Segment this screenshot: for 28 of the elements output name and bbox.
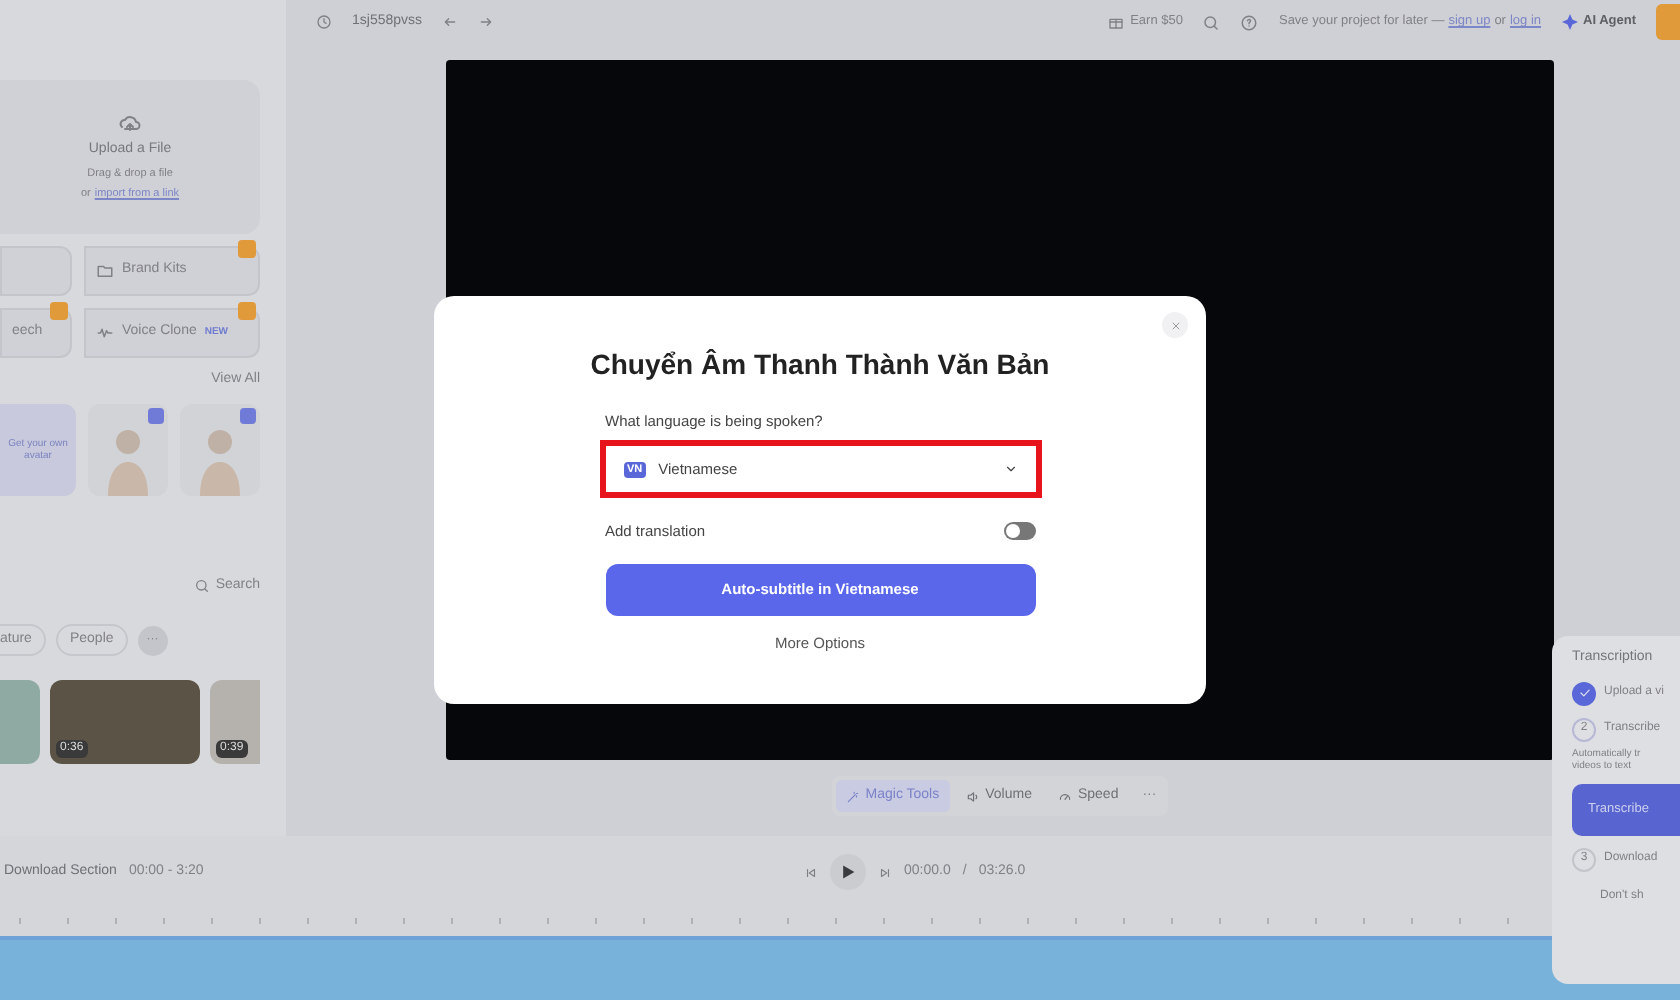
- audio-track[interactable]: [0, 936, 1680, 1000]
- wand-icon: [845, 789, 860, 803]
- chevron-down-icon: [1003, 462, 1017, 477]
- translation-toggle[interactable]: [1003, 522, 1035, 541]
- cloud-upload-icon: [118, 112, 142, 136]
- search-icon: [1202, 13, 1221, 31]
- folder-icon: [96, 262, 114, 280]
- avatar-card[interactable]: [180, 403, 260, 495]
- redo-icon: [478, 14, 495, 30]
- sparkle-icon: [1561, 14, 1578, 30]
- skip-back-icon: [804, 865, 818, 879]
- check-icon: [1577, 686, 1591, 700]
- clock-icon: [316, 14, 332, 30]
- skip-forward-icon: [878, 865, 892, 879]
- close-icon: [1169, 319, 1181, 331]
- close-button[interactable]: [1162, 312, 1188, 338]
- play-button[interactable]: [830, 854, 866, 890]
- video-thumbnail[interactable]: [0, 680, 40, 764]
- speaker-icon: [965, 789, 980, 803]
- play-icon: [840, 864, 856, 880]
- search-icon: [193, 577, 210, 594]
- dialog-title: Chuyển Âm Thanh Thành Văn Bản: [590, 346, 1050, 384]
- help-icon: [1240, 13, 1259, 31]
- gauge-icon: [1057, 789, 1072, 803]
- undo-icon: [442, 14, 459, 30]
- avatar-card[interactable]: [88, 403, 168, 495]
- waveform-icon: [96, 324, 114, 342]
- upgrade-button[interactable]: [1656, 4, 1680, 40]
